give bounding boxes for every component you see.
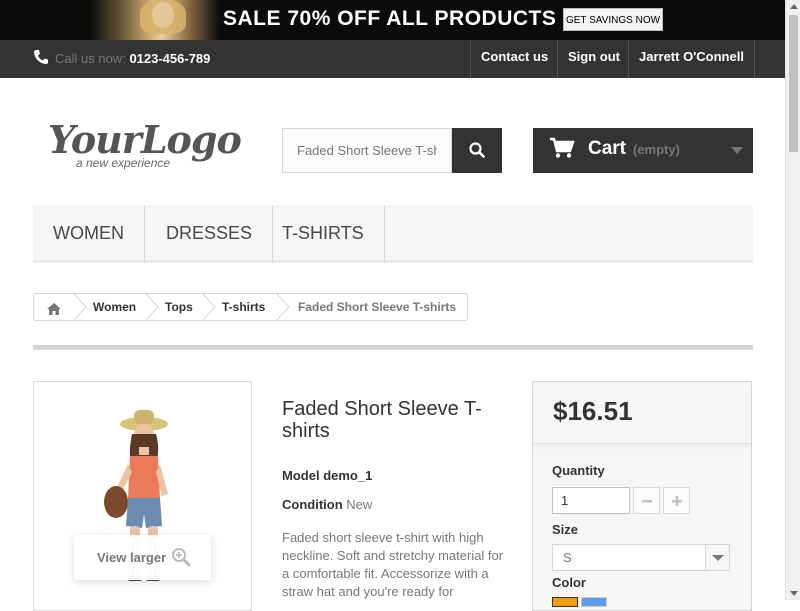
model-label: Model xyxy=(282,468,320,483)
quantity-minus-button[interactable] xyxy=(633,487,660,514)
promo-banner[interactable]: SALE 70% OFF ALL PRODUCTS GET SAVINGS NO… xyxy=(0,0,785,40)
main-menu: Women Dresses T-shirts xyxy=(33,205,753,263)
product-description: Faded short sleeve t-shirt with high nec… xyxy=(282,530,504,599)
scroll-down-arrow-icon[interactable] xyxy=(790,591,798,596)
account-link[interactable]: Jarrett O'Connell xyxy=(628,40,755,78)
product-condition: Condition New xyxy=(282,497,372,512)
chevron-down-icon xyxy=(705,545,729,570)
view-larger-label: View larger xyxy=(97,550,167,565)
buy-box: $16.51 Quantity Size S Color xyxy=(532,381,752,611)
search-button[interactable] xyxy=(452,128,502,173)
quantity-plus-button[interactable] xyxy=(663,487,690,514)
minus-icon xyxy=(641,500,652,503)
product-model: Model demo_1 xyxy=(282,468,372,483)
color-swatch-orange[interactable] xyxy=(552,597,578,607)
breadcrumb-current: Faded Short Sleeve T-shirts xyxy=(298,300,457,314)
promo-text: SALE 70% OFF ALL PRODUCTS xyxy=(223,7,557,30)
quantity-input[interactable] xyxy=(552,487,630,514)
menu-item-t-shirts[interactable]: T-shirts xyxy=(262,205,385,262)
product-image[interactable]: View larger xyxy=(33,381,252,611)
site-logo[interactable]: YourLogo a new experience xyxy=(48,117,242,176)
quantity-label: Quantity xyxy=(552,463,605,478)
cart-status: (empty) xyxy=(633,142,680,157)
menu-item-dresses[interactable]: Dresses xyxy=(146,205,274,262)
cart-icon xyxy=(550,137,575,158)
home-icon[interactable] xyxy=(46,299,62,325)
menu-item-women[interactable]: Women xyxy=(33,205,145,262)
phone-number: 0123-456-789 xyxy=(129,51,211,66)
size-label: Size xyxy=(552,522,579,537)
cart-label: Cart xyxy=(588,138,627,159)
logo-tagline: a new experience xyxy=(76,156,171,170)
cart-button[interactable]: Cart (empty) xyxy=(533,128,753,173)
search-icon xyxy=(469,142,485,158)
price-area: $16.51 xyxy=(533,382,751,444)
zoom-in-icon xyxy=(172,548,191,567)
condition-value: New xyxy=(346,497,373,512)
get-savings-button[interactable]: GET SAVINGS NOW xyxy=(563,8,663,31)
product-title: Faded Short Sleeve T-shirts xyxy=(282,398,482,442)
search-input[interactable] xyxy=(282,128,452,173)
logo-text: YourLogo xyxy=(48,117,242,162)
promo-model-image xyxy=(90,0,220,40)
plus-icon xyxy=(671,496,682,506)
top-nav: Call us now: 0123-456-789 Contact us Sig… xyxy=(0,40,785,78)
contact-us-link[interactable]: Contact us xyxy=(470,40,558,78)
color-swatch-blue[interactable] xyxy=(581,597,607,607)
scroll-thumb[interactable] xyxy=(789,15,798,152)
scroll-up-arrow-icon[interactable] xyxy=(790,4,798,9)
breadcrumb: Women Tops T-shirts Faded Short Sleeve T… xyxy=(33,293,468,321)
breadcrumb-women[interactable]: Women xyxy=(93,294,136,320)
color-label: Color xyxy=(552,575,586,590)
sign-out-link[interactable]: Sign out xyxy=(557,40,630,78)
divider-bar xyxy=(33,345,753,350)
breadcrumb-tops[interactable]: Tops xyxy=(165,294,193,320)
contact-phone: Call us now: 0123-456-789 xyxy=(33,49,210,66)
view-larger-button[interactable]: View larger xyxy=(74,535,211,580)
product-price: $16.51 xyxy=(553,396,633,426)
model-value: demo_1 xyxy=(323,468,373,483)
size-select[interactable]: S xyxy=(552,544,730,571)
condition-label: Condition xyxy=(282,497,343,512)
size-value: S xyxy=(563,550,572,565)
breadcrumb-t-shirts[interactable]: T-shirts xyxy=(222,294,265,320)
page-scrollbar[interactable] xyxy=(785,0,800,600)
chevron-down-icon xyxy=(731,147,743,154)
phone-icon xyxy=(34,50,48,64)
call-label: Call us now: xyxy=(55,51,126,66)
